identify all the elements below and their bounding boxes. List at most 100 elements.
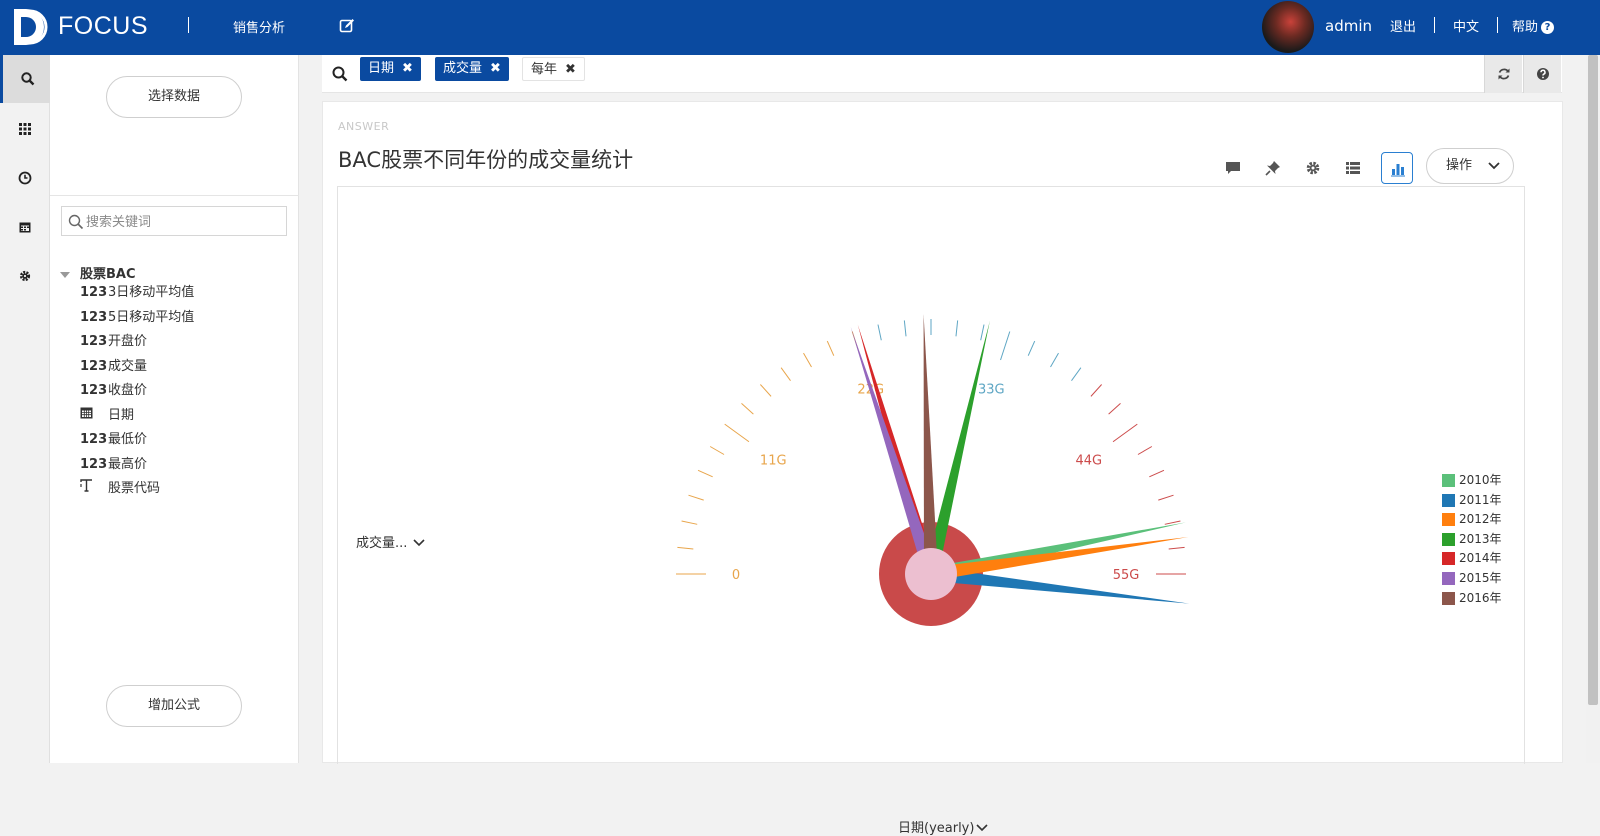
field-name: 成交量 [108, 359, 148, 374]
legend-label: 2011年 [1459, 493, 1502, 507]
legend-item[interactable]: 2011年 [1442, 491, 1502, 507]
field-item[interactable]: 123收盘价 [80, 379, 147, 399]
answer-label: ANSWER [338, 120, 390, 133]
comment-button[interactable] [1217, 152, 1249, 184]
rail-history[interactable] [0, 154, 50, 202]
legend-label: 2012年 [1459, 512, 1502, 526]
numeric-type-icon: 123 [80, 432, 108, 447]
field-name: 最低价 [108, 432, 148, 447]
user-avatar[interactable] [1262, 1, 1314, 53]
bar-chart-icon [1391, 164, 1405, 177]
numeric-type-icon: 123 [80, 383, 108, 398]
search-icon [68, 214, 84, 230]
legend-item[interactable]: 2013年 [1442, 530, 1502, 546]
field-name: 开盘价 [108, 334, 148, 349]
field-item[interactable]: 123开盘价 [80, 330, 147, 350]
close-icon[interactable]: ✖ [490, 61, 501, 76]
chart-view-button[interactable] [1381, 152, 1413, 184]
query-chip[interactable]: 成交量 ✖ [435, 57, 509, 81]
field-item[interactable]: 123最高价 [80, 453, 147, 473]
query-chip[interactable]: 每年 ✖ [522, 57, 585, 81]
legend-swatch [1442, 494, 1455, 507]
rail-search[interactable] [0, 55, 50, 103]
gauge-tick [903, 320, 907, 337]
rail-calendar[interactable] [0, 203, 50, 251]
user-name[interactable]: admin [1325, 17, 1372, 35]
legend-label: 2015年 [1459, 571, 1502, 585]
gauge-tick [1090, 384, 1102, 397]
gauge-tick [877, 324, 882, 341]
query-chip[interactable]: 日期 ✖ [360, 57, 421, 81]
field-item[interactable]: 股票代码 [80, 477, 160, 497]
operations-dropdown[interactable]: 操作 [1426, 148, 1514, 184]
gauge-tick [1000, 331, 1011, 361]
legend-item[interactable]: 2012年 [1442, 510, 1502, 526]
query-bar: 日期 ✖ 成交量 ✖ 每年 ✖ [322, 55, 1562, 93]
select-data-button[interactable]: 选择数据 [106, 76, 242, 118]
keyword-search [61, 206, 287, 236]
x-axis-selector[interactable]: 日期(yearly) [898, 817, 989, 836]
brand-name[interactable]: FOCUS [58, 12, 148, 41]
gauge-tick-label: 33G [978, 383, 1005, 398]
close-icon[interactable]: ✖ [565, 62, 576, 77]
edit-icon[interactable] [339, 18, 355, 34]
gauge-tick [741, 403, 754, 415]
close-icon[interactable]: ✖ [402, 61, 413, 76]
field-item[interactable]: 1233日移动平均值 [80, 281, 194, 301]
y-axis-selector[interactable]: 成交量... [356, 532, 425, 551]
gauge-tick-label: 55G [1113, 568, 1140, 583]
gauge-needle [923, 314, 938, 575]
nav-divider [1497, 17, 1498, 33]
table-view-button[interactable] [1337, 152, 1369, 184]
gauge-chart: 011G22G33G44G55G [676, 314, 1190, 626]
nav-divider [188, 17, 189, 33]
table-node[interactable]: 股票BAC [60, 263, 136, 282]
field-item[interactable]: 日期 [80, 404, 134, 424]
settings-button[interactable] [1297, 152, 1329, 184]
field-name: 最高价 [108, 457, 148, 472]
logout-link[interactable]: 退出 [1390, 16, 1416, 35]
field-item[interactable]: 123成交量 [80, 355, 147, 375]
nav-divider [1434, 17, 1435, 33]
gauge-tick [1168, 546, 1185, 550]
search-icon [21, 72, 35, 86]
help-button[interactable] [1523, 55, 1561, 93]
help-link[interactable]: 帮助? [1512, 16, 1555, 35]
legend-item[interactable]: 2016年 [1442, 589, 1502, 605]
numeric-type-icon: 123 [80, 285, 108, 300]
text-type-icon [80, 478, 108, 496]
legend-item[interactable]: 2015年 [1442, 569, 1502, 585]
gauge-tick [955, 320, 959, 337]
scrollbar-thumb[interactable] [1588, 55, 1598, 705]
legend-swatch [1442, 474, 1455, 487]
rail-settings[interactable] [0, 252, 50, 300]
language-link[interactable]: 中文 [1453, 16, 1479, 35]
field-name: 股票代码 [108, 481, 161, 496]
grid-icon [19, 123, 31, 135]
chevron-down-icon [976, 824, 989, 832]
add-formula-button[interactable]: 增加公式 [106, 685, 242, 727]
refresh-button[interactable] [1484, 55, 1522, 93]
nav-sales-analysis[interactable]: 销售分析 [233, 17, 285, 36]
rail-apps[interactable] [0, 105, 50, 153]
comment-icon [1226, 162, 1240, 174]
field-item[interactable]: 1235日移动平均值 [80, 306, 194, 326]
gauge-tick [760, 384, 772, 397]
page-scrollbar[interactable] [1586, 55, 1600, 763]
search-icon[interactable] [332, 66, 348, 82]
legend-item[interactable]: 2010年 [1442, 471, 1502, 487]
table-name: 股票BAC [80, 267, 136, 282]
field-name: 3日移动平均值 [108, 285, 195, 300]
field-name: 日期 [108, 408, 135, 423]
chip-label: 每年 [531, 62, 558, 77]
pin-button[interactable] [1257, 152, 1289, 184]
main-area: 日期 ✖ 成交量 ✖ 每年 ✖ ANSWER BAC股票不同年份的成交量统计 操作 0… [300, 55, 1586, 836]
numeric-type-icon: 123 [80, 457, 108, 472]
focus-logo-icon[interactable] [10, 7, 48, 47]
gauge-tick-label: 11G [760, 453, 787, 468]
keyword-search-input[interactable] [86, 212, 281, 232]
field-item[interactable]: 123最低价 [80, 428, 147, 448]
collapse-triangle-icon[interactable] [60, 271, 70, 278]
data-source-panel: 选择数据 股票BAC 1233日移动平均值 1235日移动平均值 123开盘价 … [50, 55, 299, 763]
legend-item[interactable]: 2014年 [1442, 549, 1502, 565]
